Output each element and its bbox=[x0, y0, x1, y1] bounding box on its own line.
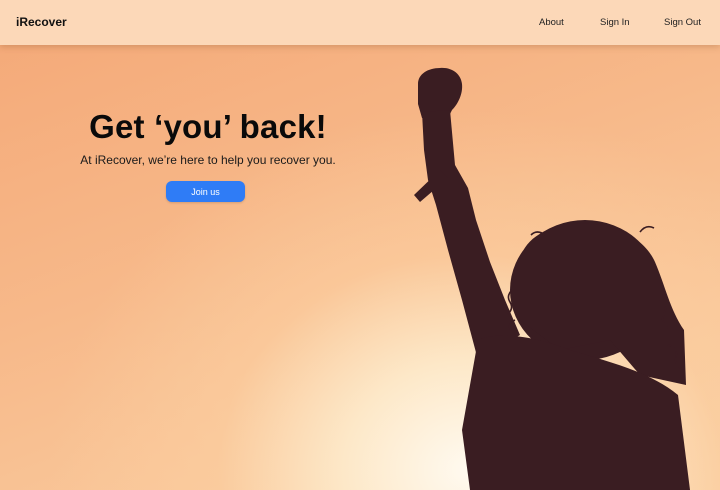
join-us-button[interactable]: Join us bbox=[166, 181, 245, 202]
brand-logo[interactable]: iRecover bbox=[16, 15, 67, 29]
hero-subline: At iRecover, we’re here to help you reco… bbox=[80, 153, 336, 167]
hero-section bbox=[0, 0, 720, 490]
hero-headline: Get ‘you’ back! bbox=[89, 108, 327, 145]
nav-link-sign-in[interactable]: Sign In bbox=[600, 17, 630, 28]
raised-arm bbox=[422, 110, 520, 360]
silhouette-image bbox=[414, 67, 690, 490]
nav-link-sign-out[interactable]: Sign Out bbox=[664, 17, 701, 28]
top-navbar: iRecover About Sign In Sign Out bbox=[0, 0, 720, 45]
raised-fist bbox=[418, 67, 463, 118]
nav-link-about[interactable]: About bbox=[539, 17, 564, 28]
